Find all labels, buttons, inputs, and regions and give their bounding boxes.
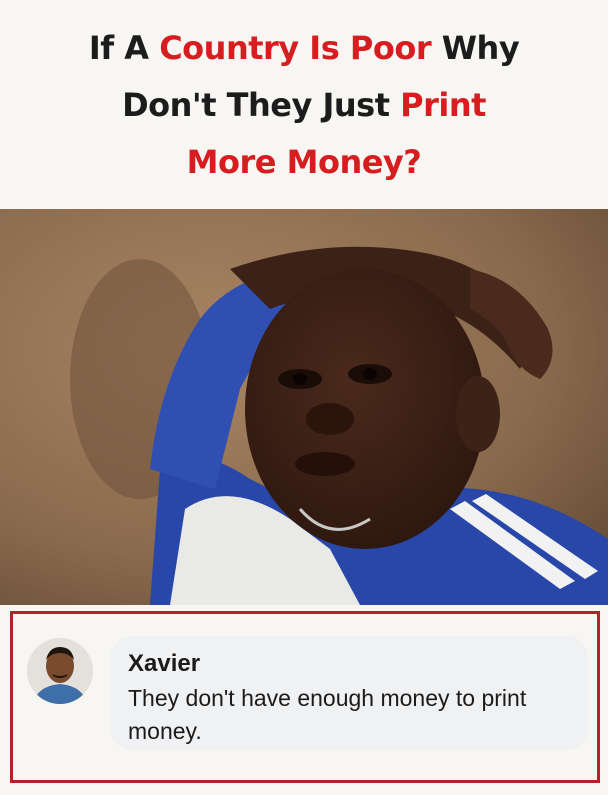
meme-card: If A Country Is Poor Why Don't They Just… [0, 0, 608, 795]
boy-portrait-photo [0, 209, 608, 605]
title-text: Don't They Just [122, 86, 401, 124]
title-highlight: More Money? [186, 143, 422, 181]
title-text: If A [88, 29, 160, 67]
comment-bubble: Xavier They don't have enough money to p… [110, 636, 588, 750]
meme-title: If A Country Is Poor Why Don't They Just… [0, 20, 608, 191]
comment-box: Xavier They don't have enough money to p… [10, 611, 600, 783]
comment-author-name[interactable]: Xavier [128, 650, 200, 678]
comment-text: They don't have enough money to print mo… [128, 685, 527, 744]
avatar-photo[interactable] [27, 638, 93, 704]
title-highlight: Print [400, 86, 486, 124]
title-line-1: If A Country Is Poor Why [0, 20, 608, 77]
title-line-3: More Money? [0, 134, 608, 191]
title-highlight: Country Is Poor [159, 29, 432, 67]
title-line-2: Don't They Just Print [0, 77, 608, 134]
title-text: Why [431, 29, 520, 67]
